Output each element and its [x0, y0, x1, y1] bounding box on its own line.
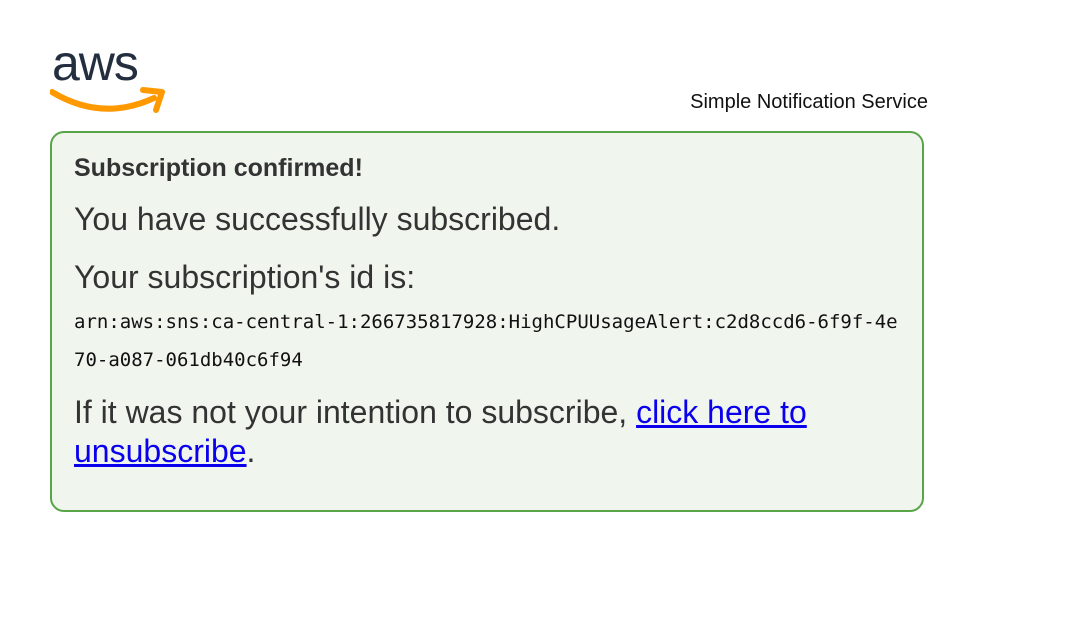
success-message: You have successfully subscribed.	[74, 201, 561, 237]
aws-smile-icon	[50, 87, 165, 113]
subscription-id-label: Your subscription's id is:	[74, 259, 416, 295]
unsubscribe-suffix: .	[246, 433, 256, 469]
confirmation-title: Subscription confirmed!	[74, 154, 363, 182]
service-name: Simple Notification Service	[690, 91, 928, 113]
unsubscribe-notice: If it was not your intention to subscrib…	[74, 393, 900, 471]
unsubscribe-prefix: If it was not your intention to subscrib…	[74, 394, 637, 430]
aws-logo-text: aws	[52, 35, 139, 91]
aws-logo: aws	[50, 38, 170, 114]
confirmation-card: Subscription confirmed! You have success…	[50, 131, 924, 512]
subscription-arn: arn:aws:sns:ca-central-1:266735817928:Hi…	[74, 311, 898, 371]
